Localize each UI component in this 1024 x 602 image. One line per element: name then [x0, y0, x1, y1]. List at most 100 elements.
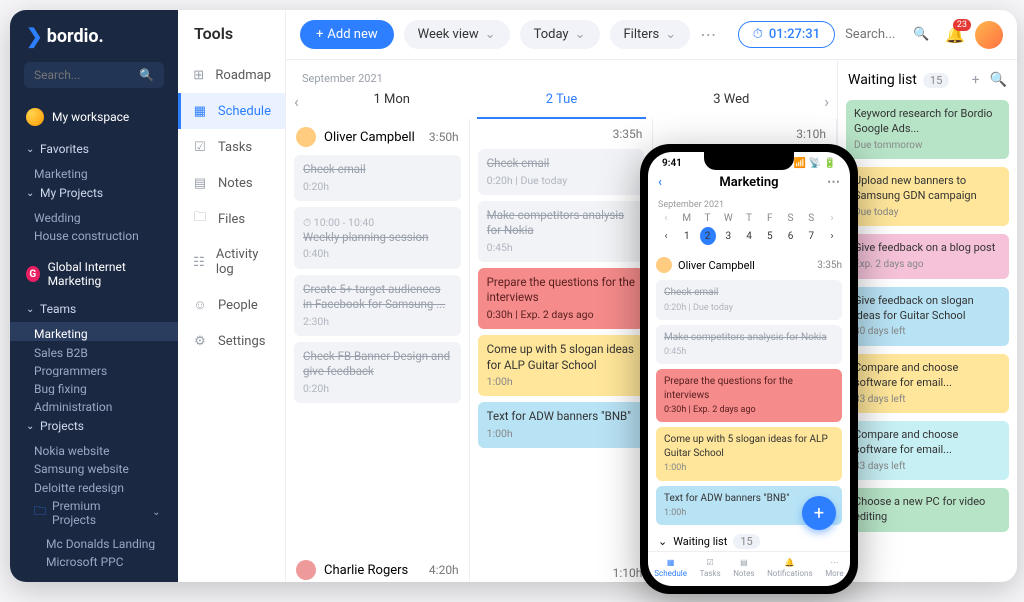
- tool-tasks[interactable]: ☑Tasks: [178, 129, 285, 165]
- tab-schedule[interactable]: ▦Schedule: [654, 558, 687, 578]
- task-card[interactable]: Come up with 5 slogan ideas for ALP Guit…: [478, 335, 645, 396]
- waiting-card[interactable]: Compare and choose software for email...…: [846, 421, 1009, 480]
- phone-task-card[interactable]: Come up with 5 slogan ideas for ALP Guit…: [656, 427, 842, 480]
- phone-task-card[interactable]: Make competitors analysis for Nokia0:45h: [656, 325, 842, 365]
- waiting-card[interactable]: Compare and choose software for email...…: [846, 354, 1009, 413]
- nav-sub-microsoft[interactable]: Microsoft PPC: [10, 550, 178, 568]
- tab-notes[interactable]: ▤Notes: [733, 558, 754, 578]
- section-projects[interactable]: ⌄Projects: [10, 413, 178, 439]
- date-cell[interactable]: 1: [679, 231, 695, 242]
- sidebar-search[interactable]: 🔍: [24, 62, 164, 88]
- next-icon[interactable]: ›: [824, 231, 840, 242]
- task-card[interactable]: Prepare the questions for the interviews…: [478, 268, 645, 329]
- prev-icon[interactable]: ‹: [658, 213, 674, 224]
- task-card[interactable]: Check email0:20h | Due today: [478, 149, 645, 195]
- nav-team-sales[interactable]: Sales B2B: [10, 341, 178, 359]
- nav-team-bugfixing[interactable]: Bug fixing: [10, 377, 178, 395]
- tool-roadmap[interactable]: ⊞Roadmap: [178, 57, 285, 93]
- tab-notifications[interactable]: 🔔Notifications: [767, 558, 812, 578]
- global-workspace[interactable]: G Global Internet Marketing: [10, 252, 178, 296]
- day-tab-tue[interactable]: 2 Tue: [477, 84, 647, 119]
- section-myprojects[interactable]: ⌄My Projects: [10, 180, 178, 206]
- back-button[interactable]: ‹: [658, 175, 662, 190]
- tool-notes[interactable]: ▤Notes: [178, 165, 285, 201]
- chevron-down-icon: ⌄: [658, 535, 667, 548]
- section-teams[interactable]: ⌄Teams: [10, 296, 178, 322]
- waiting-card[interactable]: Keyword research for Bordio Google Ads..…: [846, 100, 1009, 159]
- waiting-card[interactable]: Give feedback on slogan ideas for Guitar…: [846, 287, 1009, 346]
- tool-schedule[interactable]: ▦Schedule: [178, 93, 285, 129]
- timer-pill[interactable]: ⏱01:27:31: [738, 21, 835, 48]
- date-cell[interactable]: 2: [700, 227, 716, 245]
- top-search[interactable]: 🔍: [845, 27, 935, 42]
- prev-week-button[interactable]: ‹: [286, 92, 307, 111]
- note-icon: ▤: [740, 558, 748, 567]
- sidebar-search-input[interactable]: [34, 68, 133, 82]
- phone-task-card[interactable]: Check email0:20h | Due today: [656, 280, 842, 320]
- nav-team-programmers[interactable]: Programmers: [10, 359, 178, 377]
- more-icon[interactable]: ⋯: [700, 25, 716, 44]
- fab-add-button[interactable]: +: [802, 496, 836, 530]
- phone-task-card[interactable]: Prepare the questions for the interviews…: [656, 369, 842, 422]
- prev-icon[interactable]: ‹: [658, 231, 674, 242]
- tool-files[interactable]: 🗀Files: [178, 201, 285, 237]
- nav-myproject-wedding[interactable]: Wedding: [10, 206, 178, 224]
- nav-project-samsung[interactable]: Samsung website: [10, 457, 178, 475]
- day-tab-mon[interactable]: 1 Mon: [307, 84, 477, 119]
- bell-icon: 🔔: [785, 558, 795, 567]
- search-icon: 🔍: [913, 27, 929, 42]
- task-card[interactable]: Create 5+ target audiences in Facebook f…: [294, 275, 461, 336]
- global-label: Global Internet Marketing: [48, 260, 162, 288]
- plus-icon[interactable]: +: [972, 72, 980, 88]
- date-cell[interactable]: 6: [783, 231, 799, 242]
- nav-team-marketing[interactable]: Marketing: [10, 322, 178, 340]
- phone-waiting-list[interactable]: ⌄Waiting list15: [656, 530, 842, 551]
- more-icon[interactable]: ⋯: [827, 175, 840, 190]
- tab-tasks[interactable]: ☑Tasks: [700, 558, 721, 578]
- date-cell[interactable]: 4: [741, 231, 757, 242]
- date-cell[interactable]: 5: [762, 231, 778, 242]
- filters-button[interactable]: Filters⌄: [610, 20, 691, 49]
- tool-settings[interactable]: ⚙Settings: [178, 323, 285, 359]
- top-search-input[interactable]: [845, 27, 905, 42]
- workspace-selector[interactable]: My workspace: [10, 102, 178, 132]
- nav-favorite-marketing[interactable]: Marketing: [10, 162, 178, 180]
- today-button[interactable]: Today⌄: [520, 20, 600, 49]
- user-avatar[interactable]: [975, 21, 1003, 49]
- task-card[interactable]: Check email0:20h: [294, 155, 461, 201]
- day-tab-wed[interactable]: 3 Wed: [646, 84, 816, 119]
- section-favorites[interactable]: ⌄Favorites: [10, 136, 178, 162]
- mini-month-label: September 2021: [658, 200, 840, 210]
- dow-label: M: [679, 213, 695, 224]
- tool-activity[interactable]: ☷Activity log: [178, 237, 285, 287]
- date-cell[interactable]: 3: [720, 231, 736, 242]
- day-column-tue: 3:35h Check email0:20h | Due todayMake c…: [470, 119, 654, 582]
- tab-more[interactable]: ⋯More: [825, 558, 843, 578]
- nav-project-deloitte[interactable]: Deloitte redesign: [10, 476, 178, 494]
- global-badge-icon: G: [26, 266, 40, 282]
- waiting-title: Waiting list: [848, 72, 917, 88]
- folder-icon: 🗀: [34, 502, 46, 523]
- view-selector[interactable]: Week view⌄: [404, 20, 510, 49]
- next-icon[interactable]: ›: [824, 213, 840, 224]
- task-card[interactable]: Make competitors analysis for Nokia0:45h: [478, 201, 645, 262]
- left-sidebar: ❯ bordio. 🔍 My workspace ⌄Favorites Mark…: [10, 10, 178, 582]
- nav-folder-premium[interactable]: 🗀 Premium Projects ⌄: [10, 494, 178, 532]
- notifications-button[interactable]: 🔔 23: [945, 25, 965, 44]
- nav-project-nokia[interactable]: Nokia website: [10, 439, 178, 457]
- task-card[interactable]: ⏱ 10:00 - 10:40Weekly planning session0:…: [294, 207, 461, 269]
- nav-myproject-house[interactable]: House construction: [10, 224, 178, 242]
- date-cell[interactable]: 7: [803, 231, 819, 242]
- waiting-card[interactable]: Upload new banners to Samsung GDN campai…: [846, 167, 1009, 226]
- nav-team-admin[interactable]: Administration: [10, 395, 178, 413]
- add-new-button[interactable]: +Add new: [300, 20, 394, 49]
- waiting-card[interactable]: Choose a new PC for video editing: [846, 488, 1009, 532]
- note-icon: ▤: [192, 175, 208, 191]
- nav-sub-mcdonalds[interactable]: Mc Donalds Landing: [10, 532, 178, 550]
- task-card[interactable]: Check FB Banner Design and give feedback…: [294, 342, 461, 403]
- search-icon[interactable]: 🔍: [990, 72, 1007, 88]
- tool-people[interactable]: ☺People: [178, 287, 285, 323]
- next-week-button[interactable]: ›: [816, 92, 837, 111]
- task-card[interactable]: Text for ADW banners "BNB"1:00h: [478, 402, 645, 448]
- waiting-card[interactable]: Give feedback on a blog postExp. 2 days …: [846, 234, 1009, 278]
